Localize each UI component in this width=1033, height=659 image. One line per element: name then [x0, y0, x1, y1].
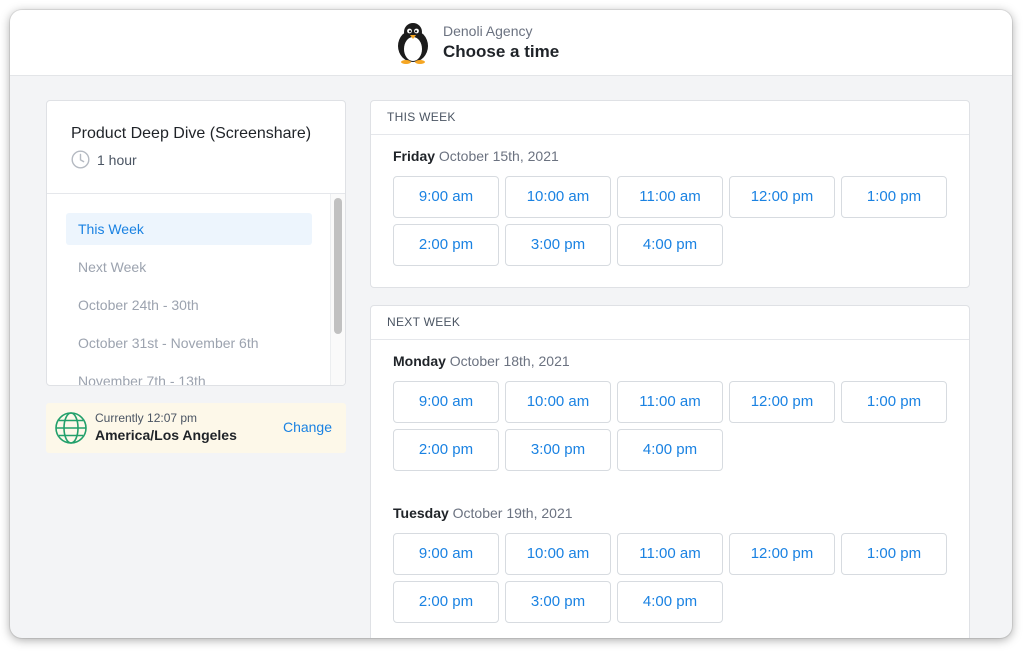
time-slot[interactable]: 11:00 am [617, 176, 723, 218]
page-title: Choose a time [443, 42, 560, 61]
event-summary: Product Deep Dive (Screenshare) 1 hour [47, 101, 345, 194]
week-item-this-week[interactable]: This Week [66, 213, 312, 245]
time-slot[interactable]: 1:00 pm [841, 533, 947, 575]
section-heading: THIS WEEK [371, 101, 969, 135]
change-timezone-link[interactable]: Change [283, 419, 332, 435]
time-slot[interactable]: 2:00 pm [393, 224, 499, 266]
timezone-bar: Currently 12:07 pm America/Los Angeles C… [46, 403, 346, 453]
week-list: This Week Next Week October 24th - 30th … [47, 194, 345, 385]
day-tuesday: Tuesday October 19th, 2021 9:00 am 10:00… [371, 471, 969, 623]
event-name: Product Deep Dive (Screenshare) [71, 125, 312, 142]
agency-name: Denoli Agency [443, 23, 533, 39]
page-header: Denoli Agency Choose a time [10, 10, 1012, 76]
time-slot[interactable]: 9:00 am [393, 176, 499, 218]
time-slot[interactable]: 12:00 pm [729, 381, 835, 423]
time-slot[interactable]: 4:00 pm [617, 429, 723, 471]
week-list-scrollbar[interactable] [330, 194, 345, 385]
time-slot[interactable]: 11:00 am [617, 533, 723, 575]
week-item-nov-7[interactable]: November 7th - 13th [66, 365, 312, 385]
penguin-icon [398, 23, 428, 64]
time-slot[interactable]: 9:00 am [393, 381, 499, 423]
time-slot[interactable]: 4:00 pm [617, 224, 723, 266]
time-slot[interactable]: 10:00 am [505, 533, 611, 575]
time-slot[interactable]: 9:00 am [393, 533, 499, 575]
day-friday: Friday October 15th, 2021 9:00 am 10:00 … [371, 135, 969, 266]
day-monday: Monday October 18th, 2021 9:00 am 10:00 … [371, 340, 969, 471]
brand: Denoli Agency Choose a time [394, 22, 559, 64]
day-date: October 18th, 2021 [449, 353, 570, 369]
scheduler-window: Denoli Agency Choose a time Product Deep… [10, 10, 1012, 638]
week-item-oct-31[interactable]: October 31st - November 6th [66, 327, 312, 359]
day-weekday: Monday [393, 353, 446, 369]
day-date: October 15th, 2021 [438, 148, 559, 164]
time-slot[interactable]: 3:00 pm [505, 429, 611, 471]
day-weekday: Tuesday [393, 505, 449, 521]
time-slot[interactable]: 10:00 am [505, 381, 611, 423]
day-date: October 19th, 2021 [452, 505, 573, 521]
timezone-current-time: Currently 12:07 pm [95, 411, 198, 425]
time-slot[interactable]: 2:00 pm [393, 581, 499, 623]
time-slot[interactable]: 4:00 pm [617, 581, 723, 623]
time-slot[interactable]: 11:00 am [617, 381, 723, 423]
day-weekday: Friday [393, 148, 436, 164]
section-heading: NEXT WEEK [371, 306, 969, 340]
section-this-week: THIS WEEK Friday October 15th, 2021 9:00… [370, 100, 970, 288]
time-slots: 9:00 am 10:00 am 11:00 am 12:00 pm 1:00 … [393, 381, 969, 471]
time-slot[interactable]: 2:00 pm [393, 429, 499, 471]
time-slot[interactable]: 12:00 pm [729, 533, 835, 575]
week-item-next-week[interactable]: Next Week [66, 251, 312, 283]
globe-icon [55, 412, 87, 444]
time-slot[interactable]: 3:00 pm [505, 224, 611, 266]
scrollbar-thumb[interactable] [334, 198, 342, 334]
time-slot[interactable]: 12:00 pm [729, 176, 835, 218]
time-slot[interactable]: 3:00 pm [505, 581, 611, 623]
day-label: Tuesday October 19th, 2021 [393, 503, 969, 523]
event-card: Product Deep Dive (Screenshare) 1 hour T… [46, 100, 346, 386]
section-next-week: NEXT WEEK Monday October 18th, 2021 9:00… [370, 305, 970, 638]
day-label: Monday October 18th, 2021 [393, 351, 969, 371]
timezone-name: America/Los Angeles [95, 427, 237, 443]
duration: 1 hour [71, 150, 345, 169]
time-slots: 9:00 am 10:00 am 11:00 am 12:00 pm 1:00 … [393, 176, 969, 266]
time-slot[interactable]: 10:00 am [505, 176, 611, 218]
day-label: Friday October 15th, 2021 [393, 146, 969, 166]
clock-icon [71, 150, 90, 169]
time-slot[interactable]: 1:00 pm [841, 381, 947, 423]
week-item-oct-24[interactable]: October 24th - 30th [66, 289, 312, 321]
time-slot[interactable]: 1:00 pm [841, 176, 947, 218]
duration-label: 1 hour [97, 151, 137, 168]
time-slots: 9:00 am 10:00 am 11:00 am 12:00 pm 1:00 … [393, 533, 969, 623]
